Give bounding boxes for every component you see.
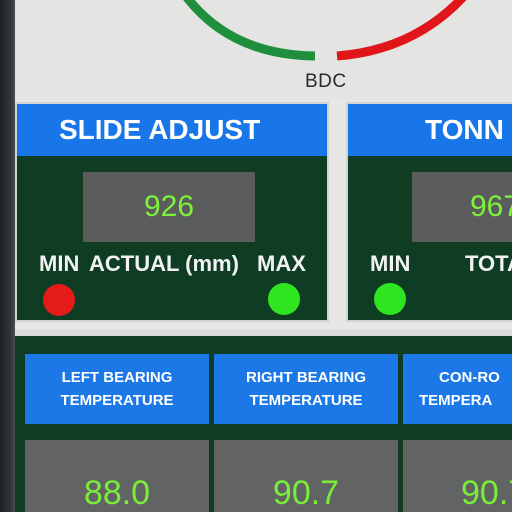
hmi-screen: BDC SLIDE ADJUST 926 MIN ACTUAL (mm) MAX… [0,0,512,512]
tonnage-value: 967 [470,190,512,223]
slide-adjust-max-indicator [268,283,300,315]
conrod-temp-line1: CON-RO [439,369,500,386]
left-bearing-temp-line2: TEMPERATURE [60,392,174,409]
conrod-temp-value[interactable]: 90.7 [403,440,512,512]
bdc-label: BDC [305,71,347,92]
right-bearing-temp-value[interactable]: 90.7 [214,440,398,512]
slide-adjust-panel: SLIDE ADJUST 926 MIN ACTUAL (mm) MAX [15,102,329,322]
tonnage-readout[interactable]: 967 [412,172,512,242]
screen-bezel [0,0,15,512]
gauge-red-arc [336,0,467,61]
slide-adjust-title: SLIDE ADJUST [59,114,261,145]
slide-adjust-readout[interactable]: 926 [83,172,255,242]
slide-adjust-header: SLIDE ADJUST [17,104,327,156]
temperature-section: LEFT BEARING TEMPERATURE RIGHT BEARING T… [15,330,512,512]
conrod-temp-header: CON-RO TEMPERA [403,354,512,424]
slide-adjust-min-label: MIN [39,251,80,276]
left-bearing-temp-header: LEFT BEARING TEMPERATURE [25,354,209,424]
right-bearing-temp-header: RIGHT BEARING TEMPERATURE [214,354,398,424]
slide-adjust-actual-label: ACTUAL (mm) [89,251,239,276]
tonnage-title: TONN [425,114,504,145]
tonnage-min-indicator [374,283,406,315]
tonnage-panel: TONN 967 MIN TOTA [346,102,512,322]
bdc-gauge-area [15,0,512,100]
tonnage-min-label: MIN [370,251,411,276]
conrod-temp-line2: TEMPERA [419,392,493,409]
slide-adjust-max-label: MAX [257,251,306,276]
conrod-temp-value-text: 90.7 [461,474,512,512]
tonnage-total-label: TOTA [465,251,512,276]
position-arc-gauge [183,0,467,61]
left-bearing-temp-line1: LEFT BEARING [61,369,173,386]
gauge-green-arc [183,0,316,61]
tonnage-header: TONN [348,104,512,156]
right-bearing-temp-line1: RIGHT BEARING [246,369,366,386]
right-bearing-temp-line2: TEMPERATURE [249,392,363,409]
left-bearing-temp-value[interactable]: 88.0 [25,440,209,512]
slide-adjust-min-indicator [43,284,75,316]
